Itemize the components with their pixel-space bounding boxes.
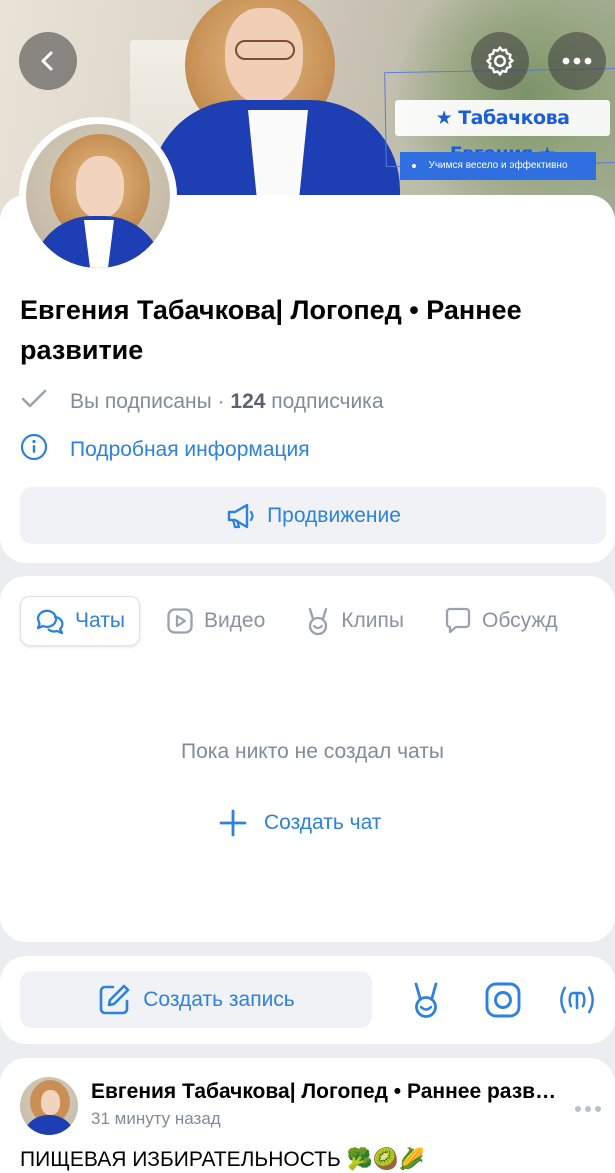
video-icon <box>167 608 193 634</box>
post-card: Евгения Табачкова| Логопед • Раннее разв… <box>0 1058 615 1173</box>
clips-button[interactable] <box>406 980 446 1020</box>
post-author-avatar[interactable] <box>20 1077 78 1135</box>
tab-clips-label: Клипы <box>341 609 404 632</box>
gear-icon <box>486 46 514 76</box>
subscription-status[interactable]: Вы подписаны · 124 подписчика <box>20 388 384 416</box>
more-horizontal-icon <box>562 57 592 65</box>
edit-icon <box>99 984 130 1014</box>
compose-card: Создать запись <box>0 956 615 1044</box>
create-chat-button[interactable]: Создать чат <box>218 808 381 838</box>
empty-chats-text: Пока никто не создал чаты <box>181 740 444 763</box>
create-chat-label: Создать чат <box>264 811 382 834</box>
tab-discussions[interactable]: Обсужд <box>430 596 572 646</box>
subscribed-label: Вы подписаны · <box>70 390 231 413</box>
live-icon <box>560 986 594 1014</box>
tabs-card: Чаты Видео Клипы Обсужд Пока никто не со… <box>0 576 615 942</box>
plus-icon <box>219 809 247 837</box>
check-icon <box>20 388 48 416</box>
cover-banner-subtitle: Учимся весело и эффективно <box>400 152 596 180</box>
story-icon <box>485 982 521 1018</box>
create-post-button[interactable]: Создать запись <box>20 971 372 1028</box>
more-button[interactable] <box>548 32 606 90</box>
discussion-icon <box>445 607 471 634</box>
create-post-label: Создать запись <box>143 987 295 1011</box>
live-button[interactable] <box>557 980 597 1020</box>
cover-banner-name: ★ Табачкова Евгения ★ <box>395 100 610 165</box>
avatar[interactable] <box>26 124 170 268</box>
clips-icon <box>309 607 328 636</box>
cover-person-glasses <box>235 40 295 60</box>
avatar-face <box>76 156 124 218</box>
chevron-left-icon <box>41 51 53 71</box>
post-more-button[interactable] <box>574 1096 602 1119</box>
info-link-label: Подробная информация <box>70 438 310 461</box>
subscriber-count: 124 <box>230 390 266 413</box>
post-text: ПИЩЕВАЯ ИЗБИРАТЕЛЬНОСТЬ 🥦🥝🌽 <box>20 1148 426 1171</box>
subscriber-suffix: подписчика <box>265 390 384 413</box>
tab-chats[interactable]: Чаты <box>20 596 140 646</box>
tab-bar: Чаты Видео Клипы Обсужд <box>20 596 584 646</box>
megaphone-icon <box>227 503 254 528</box>
tab-chats-label: Чаты <box>75 609 125 632</box>
post-avatar-face <box>41 1090 60 1115</box>
promotion-button[interactable]: Продвижение <box>20 487 606 544</box>
info-icon <box>20 433 48 467</box>
tab-video-label: Видео <box>203 609 266 632</box>
page-title: Евгения Табачкова| Логопед • Раннее разв… <box>20 295 522 365</box>
chat-icon <box>36 609 64 635</box>
more-horizontal-icon <box>575 1106 601 1112</box>
post-author-name[interactable]: Евгения Табачкова| Логопед • Раннее разв… <box>91 1080 561 1104</box>
story-button[interactable] <box>483 980 523 1020</box>
back-button[interactable] <box>19 32 77 90</box>
tab-video[interactable]: Видео <box>152 596 279 646</box>
promotion-button-label: Продвижение <box>267 503 401 527</box>
post-timestamp: 31 минуту назад <box>91 1109 221 1128</box>
settings-button[interactable] <box>471 32 529 90</box>
info-link[interactable]: Подробная информация <box>20 433 310 467</box>
tab-clips[interactable]: Клипы <box>291 596 418 646</box>
tab-discussions-label: Обсужд <box>481 609 558 632</box>
post-avatar-jacket <box>22 1115 76 1135</box>
clips-icon <box>414 982 438 1018</box>
